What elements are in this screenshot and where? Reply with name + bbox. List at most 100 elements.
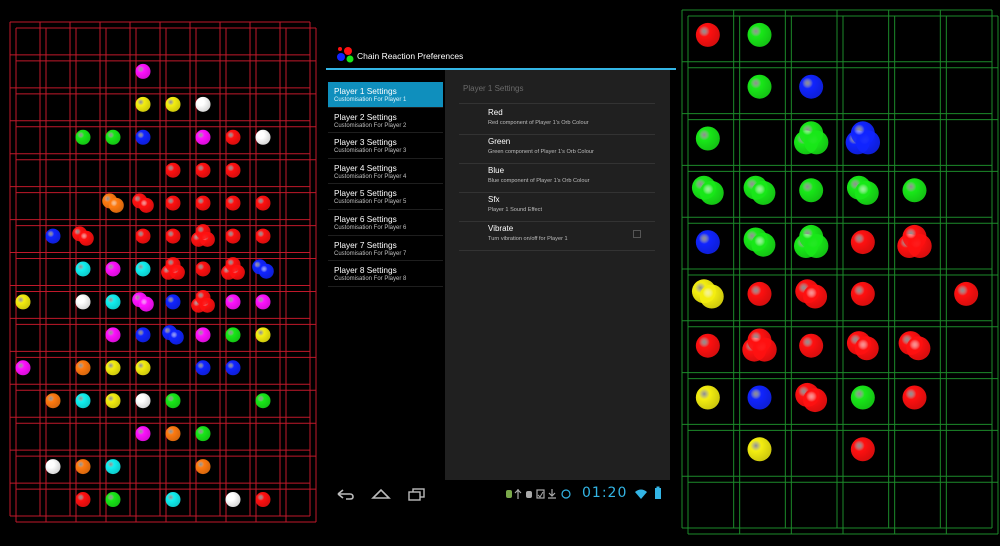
pref-green[interactable]: Green Green component of Player 1's Orb …: [459, 135, 655, 164]
orb-yellow: [135, 360, 151, 376]
pref-title: Sfx: [488, 195, 500, 204]
orb-yellow: [695, 385, 720, 410]
orb-magenta: [195, 129, 211, 145]
orb-green: [165, 393, 181, 409]
orb-green: [105, 492, 121, 508]
list-item-player-8[interactable]: Player 8 Settings Customisation For Play…: [328, 261, 443, 287]
orb-blue: [135, 129, 151, 145]
orb-red: [165, 228, 181, 244]
orb-blue: [45, 228, 61, 244]
orb-blue: [225, 360, 241, 376]
list-item-player-4[interactable]: Player 4 Settings Customisation For Play…: [328, 159, 443, 185]
orb-blue: [747, 385, 772, 410]
left-game-board[interactable]: [0, 0, 326, 546]
orb-red: [165, 257, 181, 273]
orb-red: [195, 290, 211, 306]
orb-red: [902, 224, 927, 249]
orb-red: [747, 281, 772, 306]
list-item-player-7[interactable]: Player 7 Settings Customisation For Play…: [328, 236, 443, 262]
orb-red: [135, 228, 151, 244]
list-item-title: Player 5 Settings: [334, 188, 397, 199]
orb-magenta: [135, 63, 151, 79]
pref-summary: Turn vibration on/off for Player 1: [488, 236, 568, 242]
orb-cyan: [75, 393, 91, 409]
orb-blue: [258, 263, 274, 279]
orb-red: [850, 437, 875, 462]
orb-green: [799, 178, 824, 203]
orb-orange: [45, 393, 61, 409]
orb-white: [195, 96, 211, 112]
orb-green: [799, 224, 824, 249]
app-title: Chain Reaction Preferences: [357, 51, 464, 61]
orb-red: [954, 281, 979, 306]
download-icon: [548, 489, 556, 499]
pref-red[interactable]: Red Red component of Player 1's Orb Colo…: [459, 106, 655, 135]
orb-yellow: [747, 437, 772, 462]
orb-red: [195, 261, 211, 277]
player-settings-list: Player 1 Settings Customisation For Play…: [328, 82, 443, 287]
usb-icon: [514, 489, 522, 499]
list-item-title: Player 7 Settings: [334, 239, 397, 250]
orb-blue: [850, 121, 875, 146]
orb-red: [78, 230, 94, 246]
list-item-player-6[interactable]: Player 6 Settings Customisation For Play…: [328, 210, 443, 236]
orb-green: [255, 393, 271, 409]
pref-sfx[interactable]: Sfx Player 1 Sound Effect: [459, 193, 655, 222]
orb-red: [799, 333, 824, 358]
orb-red: [850, 281, 875, 306]
vibrate-checkbox[interactable]: [633, 230, 641, 238]
orb-blue: [165, 294, 181, 310]
pref-vibrate[interactable]: Vibrate Turn vibration on/off for Player…: [459, 222, 655, 251]
orb-green: [751, 232, 776, 257]
list-item-subtitle: Customisation For Player 7: [334, 250, 407, 257]
pref-blue[interactable]: Blue Blue component of Player 1's Orb Co…: [459, 164, 655, 193]
orb-green: [225, 327, 241, 343]
list-item-player-5[interactable]: Player 5 Settings Customisation For Play…: [328, 184, 443, 210]
home-icon[interactable]: [370, 485, 392, 503]
orb-green: [751, 180, 776, 205]
orb-yellow: [255, 327, 271, 343]
orb-cyan: [135, 261, 151, 277]
orb-red: [225, 195, 241, 211]
orb-red: [803, 388, 828, 413]
orb-green: [850, 385, 875, 410]
pref-summary: Green component of Player 1's Orb Colour: [488, 149, 594, 155]
orb-green: [747, 22, 772, 47]
orb-yellow: [699, 284, 724, 309]
orb-cyan: [75, 261, 91, 277]
pref-title: Blue: [488, 166, 505, 175]
left-board-canvas: [9, 21, 317, 523]
orb-orange: [75, 360, 91, 376]
list-item-subtitle: Customisation For Player 8: [334, 276, 407, 283]
alarm-icon: [561, 489, 571, 499]
divider: [459, 103, 655, 104]
orb-blue: [195, 360, 211, 376]
right-game-board[interactable]: [676, 0, 1000, 546]
orb-green: [695, 126, 720, 151]
list-item-title: Player 6 Settings: [334, 213, 397, 224]
orb-orange: [165, 426, 181, 442]
orb-orange: [108, 197, 124, 213]
action-bar: Chain Reaction Preferences: [326, 30, 676, 70]
app-logo-icon: [337, 47, 354, 63]
orb-white: [255, 129, 271, 145]
wifi-icon: [635, 489, 647, 499]
list-item-player-1[interactable]: Player 1 Settings Customisation For Play…: [328, 82, 443, 108]
android-icon: [506, 490, 512, 498]
orb-green: [747, 74, 772, 99]
orb-red: [695, 22, 720, 47]
panel-header: Player 1 Settings: [463, 84, 524, 93]
list-item-player-3[interactable]: Player 3 Settings Customisation For Play…: [328, 133, 443, 159]
orb-yellow: [135, 96, 151, 112]
recent-apps-icon[interactable]: [406, 485, 428, 503]
orb-red: [75, 492, 91, 508]
orb-green: [799, 121, 824, 146]
orb-red: [906, 336, 931, 361]
orb-green: [699, 180, 724, 205]
back-icon[interactable]: [334, 485, 356, 503]
list-item-title: Player 8 Settings: [334, 265, 397, 276]
orb-red: [195, 195, 211, 211]
list-item-title: Player 4 Settings: [334, 162, 397, 173]
orb-magenta: [225, 294, 241, 310]
list-item-player-2[interactable]: Player 2 Settings Customisation For Play…: [328, 108, 443, 134]
